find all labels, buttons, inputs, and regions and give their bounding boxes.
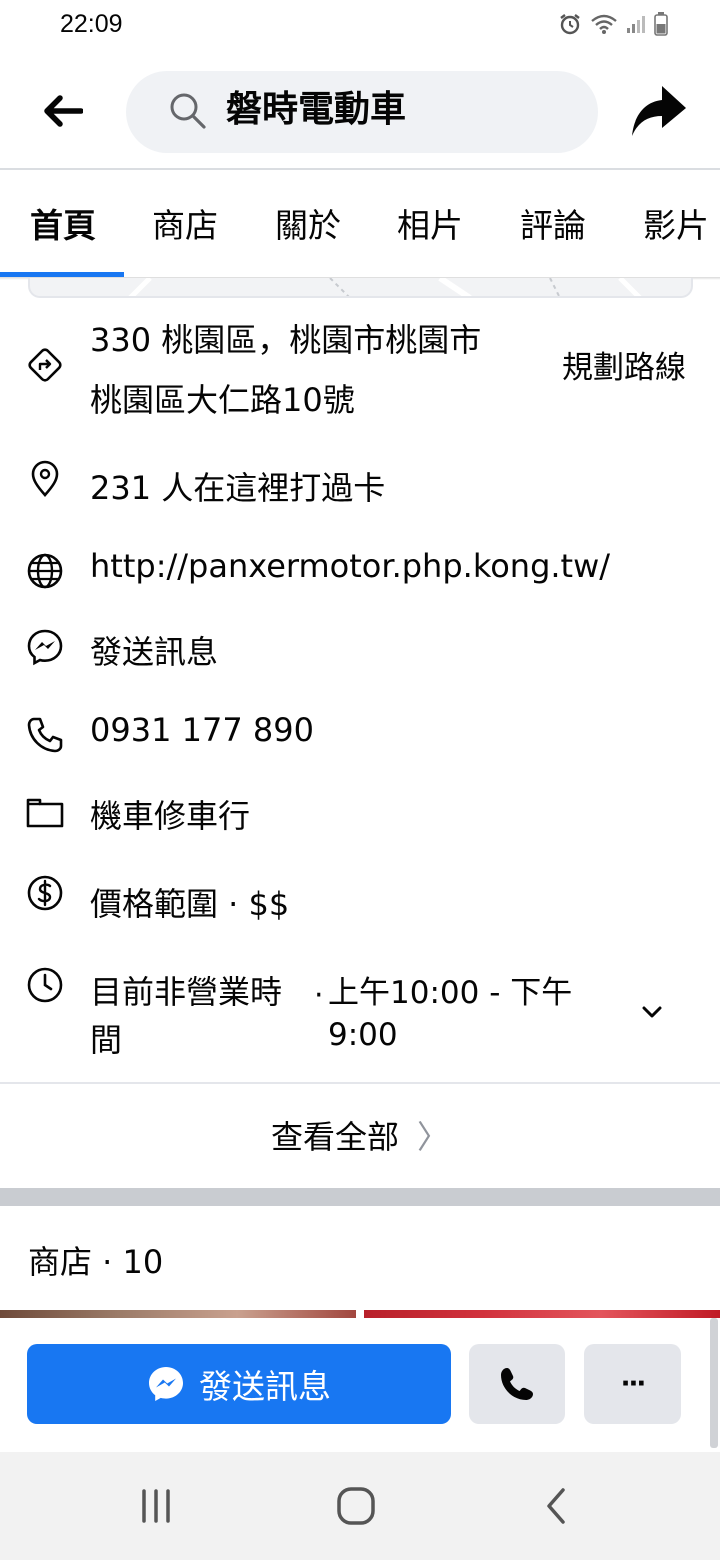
- system-navigation-bar: [0, 1452, 720, 1560]
- arrow-left-icon: [44, 95, 83, 127]
- hours-value-line-2: 9:00: [328, 1017, 398, 1053]
- search-query: 磐時電動車: [226, 89, 407, 130]
- phone-icon: [501, 1368, 533, 1400]
- system-back-button[interactable]: [526, 1480, 586, 1532]
- directions-icon: [28, 348, 62, 382]
- address-line-2: 桃園區大仁路10號: [90, 381, 355, 419]
- status-time: 22:09: [60, 10, 123, 38]
- more-button[interactable]: ···: [584, 1344, 681, 1424]
- status-bar: 22:09: [0, 0, 720, 56]
- section-separator: [0, 1188, 720, 1206]
- map-roads-graphic: [128, 278, 642, 296]
- action-bar: 發送訊息 ···: [0, 1318, 720, 1452]
- signal-icon: [627, 16, 645, 33]
- see-all-label: 查看全部: [270, 1118, 399, 1156]
- search-bar[interactable]: 磐時電動車: [126, 71, 598, 153]
- home-button[interactable]: [326, 1480, 386, 1532]
- back-button[interactable]: [38, 86, 88, 136]
- share-icon: [632, 86, 686, 136]
- share-button[interactable]: [628, 82, 690, 140]
- hours-separator: ·: [314, 978, 324, 1013]
- chevron-left-icon: [547, 1488, 565, 1524]
- clock-icon: [27, 967, 63, 1003]
- hours-status-line-1: 目前非營業時: [90, 973, 283, 1011]
- battery-icon: [654, 12, 668, 36]
- tab-reviews[interactable]: 評論: [520, 204, 586, 248]
- dollar-icon: [27, 875, 63, 911]
- tab-home[interactable]: 首頁: [30, 204, 96, 248]
- shop-thumbnails: [0, 1310, 720, 1318]
- search-icon: [170, 93, 206, 129]
- more-icon: ···: [620, 1369, 647, 1399]
- phone-icon: [27, 717, 63, 753]
- category-tag-icon: [26, 798, 64, 828]
- map-preview[interactable]: [28, 278, 693, 298]
- phone-number: 0931 177 890: [90, 711, 314, 749]
- call-button[interactable]: [469, 1344, 565, 1424]
- wifi-icon: [591, 14, 617, 34]
- chevron-down-icon[interactable]: [636, 996, 668, 1028]
- chevron-right-icon: 〉: [417, 1118, 450, 1156]
- price-range-text: 價格範圍 · $$: [90, 885, 290, 923]
- section-divider: [0, 1082, 720, 1084]
- tab-photos[interactable]: 相片: [397, 204, 463, 248]
- page-tabs: 首頁 商店 關於 相片 評論 影片: [0, 170, 720, 278]
- shop-thumbnail-2[interactable]: [364, 1310, 720, 1318]
- shop-thumbnail-1[interactable]: [0, 1310, 356, 1318]
- top-bar: 磐時電動車: [0, 56, 720, 168]
- checkins-text: 231 人在這裡打過卡: [90, 469, 386, 507]
- tab-about[interactable]: 關於: [275, 204, 341, 248]
- messenger-icon: [149, 1367, 183, 1401]
- recent-apps-icon: [142, 1489, 170, 1523]
- alarm-icon: [560, 14, 580, 35]
- status-icons: [558, 12, 668, 36]
- directions-button[interactable]: 規劃路線: [562, 342, 686, 394]
- location-pin-icon: [31, 460, 59, 497]
- send-message-button[interactable]: 發送訊息: [27, 1344, 451, 1424]
- send-message-label: 發送訊息: [199, 1367, 331, 1406]
- send-message-text: 發送訊息: [90, 633, 219, 671]
- scrollbar[interactable]: [710, 1318, 718, 1448]
- tab-shop[interactable]: 商店: [152, 204, 218, 248]
- shop-section-title[interactable]: 商店 · 10: [28, 1238, 163, 1286]
- category-text: 機車修車行: [90, 797, 251, 835]
- tab-videos[interactable]: 影片: [643, 204, 709, 248]
- address-line-1: 330 桃園區，桃園市桃園市: [90, 321, 482, 359]
- recent-apps-button[interactable]: [126, 1480, 186, 1532]
- home-icon: [337, 1487, 375, 1525]
- website-link[interactable]: http://panxermotor.php.kong.tw/: [90, 536, 610, 596]
- globe-icon: [27, 553, 63, 589]
- see-all-button[interactable]: 查看全部〉: [0, 1110, 720, 1164]
- hours-value-line-1: 上午10:00 - 下午: [328, 975, 573, 1011]
- hours-status-line-2: 間: [90, 1021, 123, 1059]
- messenger-icon: [27, 629, 63, 666]
- hours-value: 上午10:00 - 下午 9:00: [328, 972, 608, 1056]
